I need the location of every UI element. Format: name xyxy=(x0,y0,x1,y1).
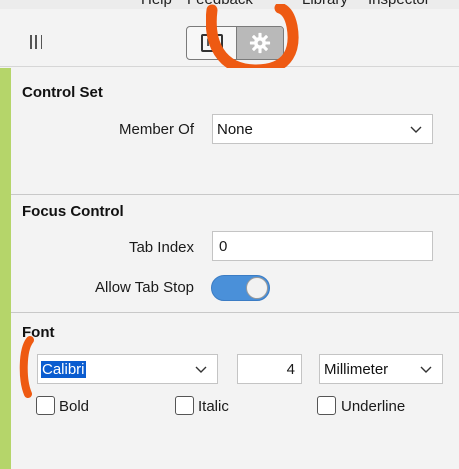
control-set-section: Control Set Member Of None xyxy=(11,68,459,195)
id-card-icon: ID xyxy=(200,34,223,52)
font-section: Font Calibri 4 Millimeter Bold Italic Un… xyxy=(11,313,459,469)
italic-checkbox[interactable] xyxy=(175,396,194,415)
italic-label: Italic xyxy=(198,398,229,415)
section-title-focus-control: Focus Control xyxy=(22,203,124,220)
gear-icon xyxy=(249,32,271,54)
inspector-toolbar: ID xyxy=(0,9,459,67)
tab-index-input[interactable]: 0 xyxy=(212,231,433,261)
section-title-font: Font xyxy=(22,324,55,341)
inspector-tab-group: ID xyxy=(186,26,284,60)
menu-item-help[interactable]: Help xyxy=(141,0,172,8)
underline-checkbox[interactable] xyxy=(317,396,336,415)
accent-side-bar xyxy=(0,68,11,469)
member-of-value: None xyxy=(217,120,253,138)
menu-item-feedback[interactable]: Feedback xyxy=(187,0,253,8)
font-name-value: Calibri xyxy=(41,360,86,378)
chevron-down-icon xyxy=(195,366,207,373)
allow-tab-stop-label: Allow Tab Stop xyxy=(95,279,194,296)
section-title-control-set: Control Set xyxy=(22,84,103,101)
focus-control-section: Focus Control Tab Index 0 Allow Tab Stop xyxy=(11,195,459,313)
underline-label: Underline xyxy=(341,398,406,415)
menu-bar: Help Feedback Library Inspector xyxy=(0,0,459,9)
tab-settings[interactable] xyxy=(236,27,283,59)
member-of-select[interactable]: None xyxy=(212,114,433,144)
tab-index-label: Tab Index xyxy=(128,239,194,256)
bold-label: Bold xyxy=(59,398,90,415)
toggle-knob xyxy=(246,277,268,299)
menu-item-inspector[interactable]: Inspector xyxy=(368,0,430,8)
grip-lines-icon[interactable] xyxy=(30,35,42,49)
chevron-down-icon xyxy=(410,126,422,133)
font-size-input[interactable]: 4 xyxy=(237,354,302,384)
chevron-down-icon xyxy=(420,366,432,373)
bold-checkbox[interactable] xyxy=(36,396,55,415)
font-name-select[interactable]: Calibri xyxy=(37,354,218,384)
font-unit-select[interactable]: Millimeter xyxy=(319,354,443,384)
menu-item-library[interactable]: Library xyxy=(302,0,348,8)
member-of-label: Member Of xyxy=(118,121,194,138)
tab-id[interactable]: ID xyxy=(187,27,236,59)
allow-tab-stop-toggle[interactable] xyxy=(211,275,270,301)
